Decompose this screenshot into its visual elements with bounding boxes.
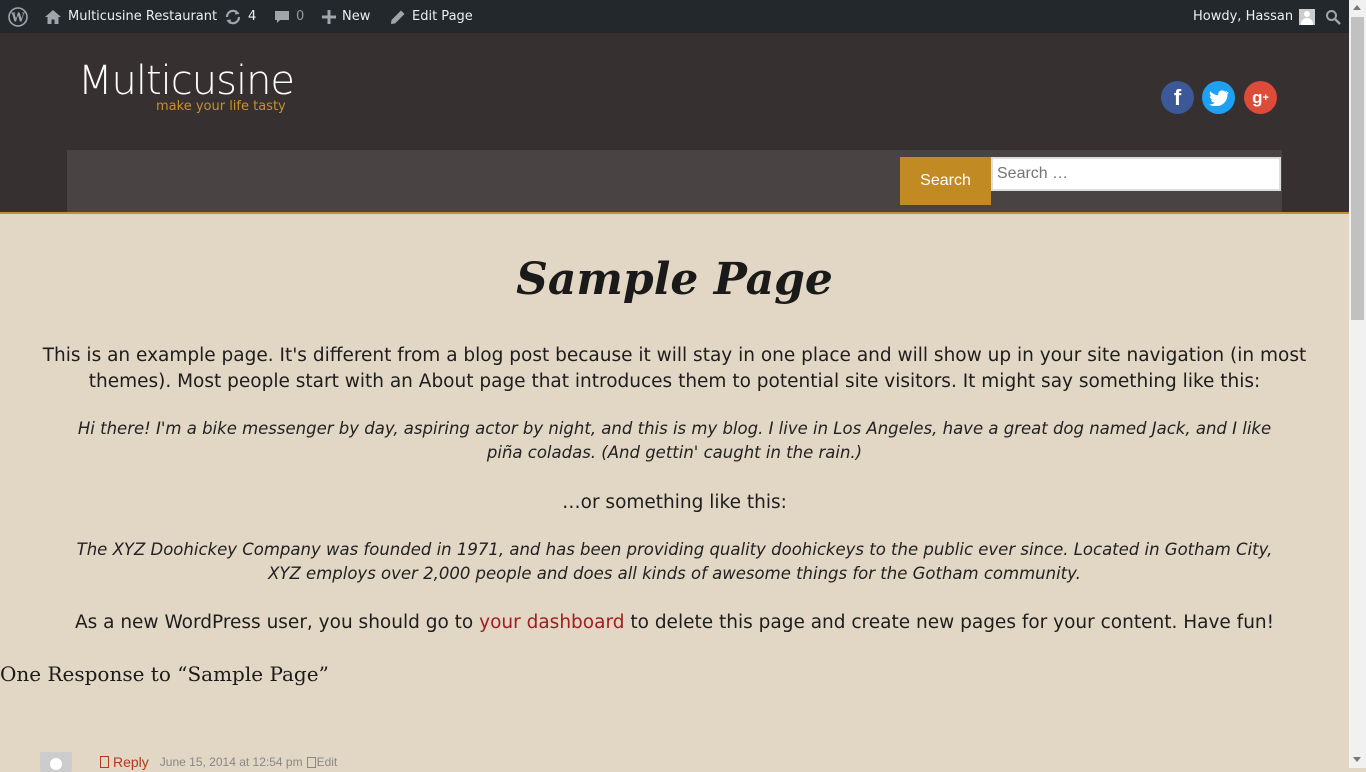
google-plus-icon[interactable]: g + — [1244, 81, 1277, 114]
site-logo-tagline: make your life tasty — [156, 99, 286, 114]
comment-meta: Reply June 15, 2014 at 12:54 pm Edit — [40, 752, 337, 772]
scrollbar-thumb[interactable] — [1351, 17, 1364, 320]
comment-edit-link[interactable]: Edit — [306, 755, 338, 769]
updates-icon — [224, 8, 242, 26]
comment-date[interactable]: June 15, 2014 at 12:54 pm — [160, 755, 303, 769]
user-avatar — [1299, 8, 1316, 25]
updates-count: 4 — [248, 9, 257, 24]
admin-bar: W Multicusine Restaurant 4 0 New Edit Pa… — [0, 0, 1366, 33]
page-title: Sample Page — [516, 254, 833, 305]
updates-link[interactable]: 4 — [224, 0, 256, 33]
plus-icon — [322, 9, 336, 24]
admin-search-button[interactable] — [1325, 0, 1341, 33]
site-logo-title[interactable]: Multicusine — [78, 59, 295, 103]
scroll-up-arrow[interactable] — [1353, 5, 1361, 10]
final-paragraph: As a new WordPress user, you should go t… — [0, 610, 1349, 636]
comments-heading: One Response to “Sample Page” — [0, 662, 329, 686]
new-label: New — [342, 9, 371, 24]
comment-edit-label: Edit — [316, 755, 338, 769]
svg-text:W: W — [10, 10, 25, 24]
facebook-icon[interactable]: f — [1161, 81, 1194, 114]
pencil-icon — [390, 9, 406, 25]
final-text-after: to delete this page and create new pages… — [624, 612, 1275, 633]
comment-avatar — [40, 752, 72, 772]
page-scrollbar[interactable] — [1349, 0, 1366, 768]
twitter-icon[interactable] — [1202, 81, 1235, 114]
search-button[interactable]: Search — [900, 157, 991, 205]
new-content-link[interactable]: New — [322, 0, 370, 33]
reply-icon — [100, 756, 109, 768]
middle-paragraph: …or something like this: — [562, 492, 787, 513]
home-icon — [44, 9, 62, 25]
quote-xyz-company: The XYZ Doohickey Company was founded in… — [76, 540, 1273, 583]
final-text-before: As a new WordPress user, you should go t… — [74, 612, 480, 633]
wordpress-logo-button[interactable]: W — [8, 0, 28, 33]
comment-bubble-icon — [274, 9, 290, 25]
site-name-link[interactable]: Multicusine Restaurant — [44, 0, 217, 33]
comments-count: 0 — [296, 9, 305, 24]
wordpress-icon: W — [8, 6, 28, 27]
site-name-label: Multicusine Restaurant — [68, 9, 218, 24]
edit-page-link[interactable]: Edit Page — [390, 0, 473, 33]
edit-icon — [306, 756, 316, 768]
search-input[interactable] — [991, 157, 1281, 191]
search-icon — [1325, 9, 1341, 25]
comments-link[interactable]: 0 — [274, 0, 304, 33]
howdy-label: Howdy, Hassan — [1193, 9, 1294, 24]
scroll-down-arrow[interactable] — [1353, 757, 1361, 762]
navigation-bar: Search — [67, 150, 1282, 212]
edit-page-label: Edit Page — [412, 9, 473, 24]
my-account-link[interactable]: Howdy, Hassan — [1193, 0, 1316, 33]
dashboard-link[interactable]: your dashboard — [479, 612, 624, 633]
intro-paragraph: This is an example page. It's different … — [42, 345, 1307, 392]
site-header: Multicusine make your life tasty f g + Se… — [0, 33, 1349, 214]
quote-bike-messenger: Hi there! I'm a bike messenger by day, a… — [77, 419, 1272, 462]
